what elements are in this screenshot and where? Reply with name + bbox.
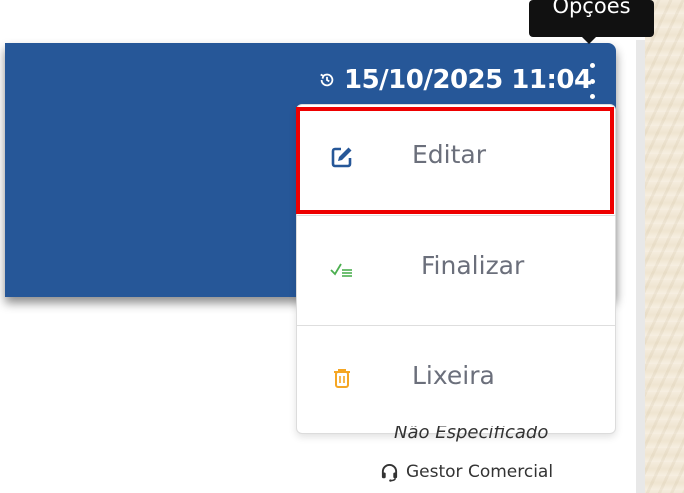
options-button[interactable] <box>583 63 601 99</box>
kebab-menu-icon <box>589 63 595 68</box>
background-strip <box>645 0 684 493</box>
datetime-display: 15/10/2025 11:04 <box>318 60 592 100</box>
datetime-text: 15/10/2025 11:04 <box>344 65 592 95</box>
role-text: Gestor Comercial <box>406 462 554 482</box>
specified-text: Não Especificado <box>394 426 549 443</box>
menu-item-label: Lixeira <box>412 361 495 390</box>
menu-item-label: Finalizar <box>421 251 525 280</box>
scrollbar-track[interactable] <box>636 40 645 493</box>
menu-item-trash[interactable]: Lixeira <box>297 325 615 435</box>
tooltip-label: Opções <box>552 0 631 18</box>
trash-icon <box>334 369 350 388</box>
menu-item-edit[interactable]: Editar <box>297 105 615 214</box>
options-tooltip: Opções <box>529 0 654 37</box>
role-label: Gestor Comercial <box>380 462 553 482</box>
history-clock-icon <box>320 73 334 87</box>
edit-pencil-icon <box>331 147 352 168</box>
menu-item-label: Editar <box>412 140 487 169</box>
headset-icon <box>381 463 398 482</box>
menu-item-finalize[interactable]: Finalizar <box>297 215 615 325</box>
options-menu: Editar Finalizar Lixeira <box>296 104 616 434</box>
check-list-icon <box>330 263 352 277</box>
tooltip-arrow <box>582 37 596 44</box>
